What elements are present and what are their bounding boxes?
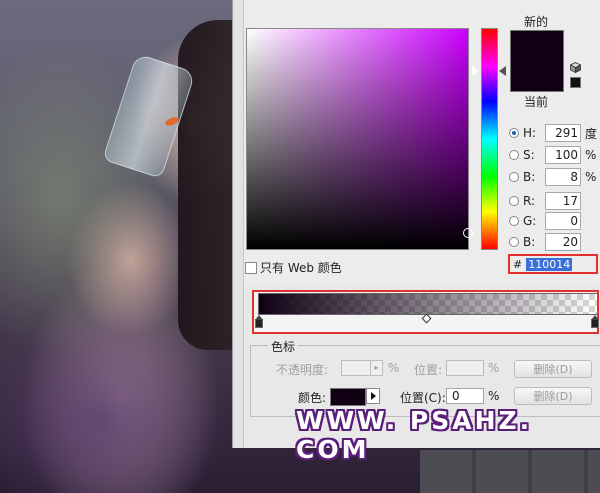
color-position-input[interactable]: 0 xyxy=(446,388,484,404)
hue-slider-left-handle[interactable] xyxy=(472,66,479,76)
opacity-unit: % xyxy=(388,361,400,375)
hue-slider[interactable] xyxy=(481,28,498,250)
field-value-brightness[interactable]: 8 xyxy=(545,168,581,186)
web-safe-color-icon[interactable] xyxy=(570,77,581,88)
web-only-checkbox[interactable] xyxy=(245,261,257,274)
field-value-h[interactable]: 291 xyxy=(545,124,581,142)
field-key-h: H: xyxy=(523,126,537,140)
field-unit-h: 度 xyxy=(585,126,598,141)
new-color-label: 新的 xyxy=(524,15,549,29)
field-value-r[interactable]: 17 xyxy=(545,192,581,210)
stops-group-title: 色标 xyxy=(268,338,299,355)
radio-blue[interactable] xyxy=(509,237,519,247)
radio-s[interactable] xyxy=(509,150,519,160)
field-unit-s: % xyxy=(585,148,597,162)
gamut-cube-icon[interactable] xyxy=(570,62,581,73)
color-position-unit: % xyxy=(488,389,500,403)
field-key-brightness: B: xyxy=(523,170,536,184)
opacity-position-input[interactable] xyxy=(446,360,484,376)
field-value-blue[interactable]: 20 xyxy=(545,233,581,251)
web-only-option[interactable]: 只有 Web 颜色 xyxy=(245,259,342,276)
field-key-r: R: xyxy=(523,194,536,208)
field-row-brightness: B: 8 % xyxy=(509,167,596,187)
color-stop-right[interactable] xyxy=(591,315,599,328)
hex-field-highlight: # 110014 xyxy=(508,254,598,274)
opacity-input[interactable] xyxy=(341,360,371,376)
new-color-swatch xyxy=(510,30,564,62)
opacity-dropdown-icon[interactable]: ▸ xyxy=(370,360,383,376)
color-stop-left[interactable] xyxy=(255,315,263,328)
field-value-g[interactable]: 0 xyxy=(545,212,581,230)
field-value-s[interactable]: 100 xyxy=(545,146,581,164)
opacity-position-label: 位置: xyxy=(414,363,443,377)
picker-left-border xyxy=(233,0,244,283)
field-key-blue: B: xyxy=(523,235,536,249)
opacity-position-unit: % xyxy=(488,361,500,375)
field-row-s: S: 100 % xyxy=(509,145,596,165)
field-row-blue: B: 20 xyxy=(509,232,585,252)
current-color-swatch[interactable] xyxy=(510,61,564,92)
field-unit-brightness: % xyxy=(585,170,597,184)
radio-h[interactable] xyxy=(509,128,519,138)
field-row-h: H: 291 度 xyxy=(509,123,597,143)
field-row-g: G: 0 xyxy=(509,211,585,231)
radio-g[interactable] xyxy=(509,216,519,226)
field-row-r: R: 17 xyxy=(509,191,585,211)
saturation-brightness-field[interactable] xyxy=(246,28,469,250)
gradient-preview-bar[interactable] xyxy=(258,293,598,315)
opacity-label: 不透明度: xyxy=(276,363,329,377)
site-watermark: WWW. PSAHZ. COM xyxy=(296,406,533,464)
hue-slider-right-handle[interactable] xyxy=(499,66,506,76)
field-key-s: S: xyxy=(523,148,535,162)
editor-left-border xyxy=(233,283,244,448)
delete-opacity-stop-button[interactable]: 删除(D) xyxy=(514,360,592,378)
web-only-label: 只有 Web 颜色 xyxy=(260,261,342,275)
hex-prefix: # xyxy=(513,257,523,271)
stop-color-menu-arrow-icon[interactable] xyxy=(366,388,380,404)
radio-r[interactable] xyxy=(509,196,519,206)
radio-brightness[interactable] xyxy=(509,172,519,182)
current-color-label: 当前 xyxy=(524,95,549,109)
hex-input[interactable]: 110014 xyxy=(526,257,573,271)
stop-color-swatch[interactable] xyxy=(330,388,366,406)
color-label: 颜色: xyxy=(298,391,327,405)
color-field-cursor[interactable] xyxy=(463,228,473,238)
color-position-label: 位置(C): xyxy=(400,391,446,405)
field-key-g: G: xyxy=(523,214,537,228)
delete-color-stop-button[interactable]: 删除(D) xyxy=(514,387,592,405)
